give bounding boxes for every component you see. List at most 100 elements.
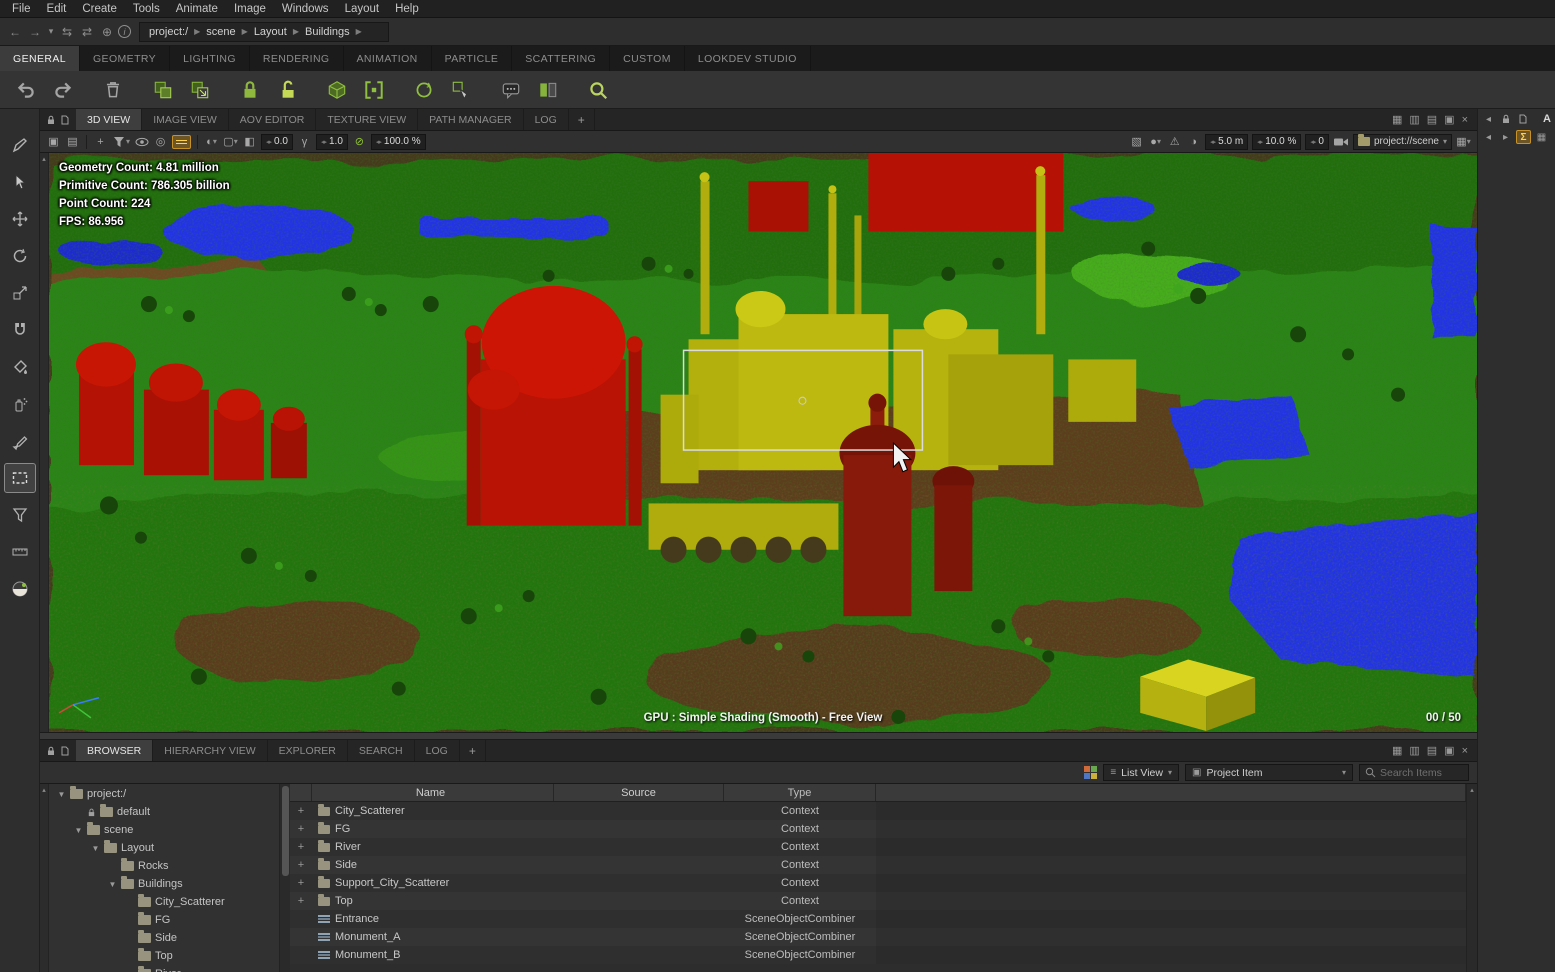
menu-animate[interactable]: Animate bbox=[168, 2, 226, 16]
forward-icon[interactable]: → bbox=[26, 23, 44, 41]
delete-button[interactable] bbox=[97, 75, 129, 105]
tree-item-project[interactable]: ▼ project:/ bbox=[49, 785, 279, 803]
tree-scrollbar[interactable] bbox=[279, 784, 290, 972]
breadcrumb-segment[interactable]: Layout bbox=[251, 26, 290, 38]
clip-distance-field[interactable]: ◂▸ 5.0 m bbox=[1205, 133, 1249, 150]
camera-path-dropdown[interactable]: project://scene ▾ bbox=[1352, 133, 1452, 150]
display-mode-dropdown[interactable]: ▢ ▾ bbox=[223, 134, 238, 150]
tab-hierarchy-view[interactable]: HIERARCHY VIEW bbox=[153, 740, 268, 761]
row-expander[interactable]: + bbox=[290, 805, 312, 817]
world-icon[interactable]: ⊕ bbox=[98, 23, 116, 41]
lock-button[interactable] bbox=[234, 75, 266, 105]
add-tab-button[interactable]: + bbox=[569, 109, 595, 130]
grid-layout-dropdown[interactable]: ▦ ▾ bbox=[1456, 134, 1471, 150]
camera-icon[interactable] bbox=[1333, 134, 1349, 150]
breadcrumb-segment[interactable]: scene bbox=[203, 26, 238, 38]
back-icon[interactable]: ← bbox=[6, 23, 24, 41]
scale-tool[interactable] bbox=[5, 279, 35, 307]
shelf-tab-lighting[interactable]: LIGHTING bbox=[170, 46, 250, 71]
breadcrumb-arrow-icon[interactable]: ▶ bbox=[240, 27, 250, 36]
menu-tools[interactable]: Tools bbox=[125, 2, 168, 16]
tree-item-rocks[interactable]: Rocks bbox=[49, 857, 279, 875]
tab-log[interactable]: LOG bbox=[524, 109, 569, 130]
viewport-left-scrollbar[interactable]: ▴ bbox=[40, 153, 49, 732]
zoom-reset-icon[interactable]: ⊘ bbox=[352, 134, 367, 150]
tab-path-manager[interactable]: PATH MANAGER bbox=[418, 109, 524, 130]
menu-create[interactable]: Create bbox=[74, 2, 125, 16]
column-header-source[interactable]: Source bbox=[554, 784, 724, 801]
layout-hsplit-icon[interactable]: ▤ bbox=[1427, 744, 1437, 757]
scatter-button[interactable] bbox=[408, 75, 440, 105]
row-expander[interactable]: + bbox=[290, 841, 312, 853]
tab-image-view[interactable]: IMAGE VIEW bbox=[142, 109, 229, 130]
prev-context-icon[interactable]: ⇆ bbox=[58, 23, 76, 41]
breadcrumb-segment[interactable]: project:/ bbox=[146, 26, 191, 38]
tree-item-default[interactable]: default bbox=[49, 803, 279, 821]
layout-quad-icon[interactable]: ▦ bbox=[1392, 113, 1402, 126]
tree-item-layout[interactable]: ▼ Layout bbox=[49, 839, 279, 857]
column-header-name[interactable]: Name bbox=[312, 784, 554, 801]
shelf-tab-particle[interactable]: PARTICLE bbox=[432, 46, 513, 71]
place-tool[interactable] bbox=[5, 353, 35, 381]
expression-sigma-icon[interactable]: Σ bbox=[1516, 130, 1531, 144]
transform-handles-icon[interactable]: + bbox=[93, 134, 108, 150]
expand-arrow-icon[interactable]: ▼ bbox=[108, 880, 117, 889]
table-row[interactable]: + Top Context bbox=[290, 892, 1466, 910]
shelf-tab-lookdev-studio[interactable]: LOOKDEV STUDIO bbox=[685, 46, 811, 71]
shelf-tab-scattering[interactable]: SCATTERING bbox=[512, 46, 611, 71]
frame-field[interactable]: ◂▸ 0 bbox=[1305, 133, 1329, 150]
breadcrumb-arrow-icon[interactable]: ▶ bbox=[354, 27, 364, 36]
tree-item-side[interactable]: Side bbox=[49, 929, 279, 947]
shading-mode-dropdown[interactable]: ◐ ▾ bbox=[204, 134, 219, 150]
table-row[interactable]: Entrance SceneObjectCombiner bbox=[290, 910, 1466, 928]
layout-vsplit-icon[interactable]: ▥ bbox=[1409, 113, 1419, 126]
3d-scene[interactable] bbox=[49, 153, 1477, 732]
tree-item-scene[interactable]: ▼ scene bbox=[49, 821, 279, 839]
panel-lock-icon[interactable] bbox=[46, 746, 56, 756]
combine-button[interactable] bbox=[358, 75, 390, 105]
dock-collapse-icon[interactable]: ◂ bbox=[1482, 112, 1495, 126]
tab-3d-view[interactable]: 3D VIEW bbox=[76, 109, 143, 130]
table-row[interactable]: + River Context bbox=[290, 838, 1466, 856]
dock-grid-icon[interactable]: ▦ bbox=[1535, 130, 1548, 144]
layout-vsplit-icon[interactable]: ▥ bbox=[1409, 744, 1419, 757]
exposure-field[interactable]: ◂▸ 0.0 bbox=[261, 133, 293, 150]
column-header-type[interactable]: Type bbox=[724, 784, 876, 801]
panel-splitter[interactable] bbox=[40, 732, 1477, 740]
shelf-tab-general[interactable]: GENERAL bbox=[0, 46, 80, 71]
visibility-icon[interactable] bbox=[134, 134, 149, 150]
marquee-tool[interactable] bbox=[3, 463, 36, 493]
shelf-tab-custom[interactable]: CUSTOM bbox=[610, 46, 685, 71]
tree-item-fg[interactable]: FG bbox=[49, 911, 279, 929]
dock-lock-icon[interactable] bbox=[1499, 112, 1512, 126]
shelf-tab-geometry[interactable]: GEOMETRY bbox=[80, 46, 171, 71]
background-dropdown[interactable]: ● ▾ bbox=[1148, 134, 1163, 150]
translate-tool[interactable] bbox=[5, 205, 35, 233]
redo-button[interactable] bbox=[47, 75, 79, 105]
filter-tool[interactable] bbox=[5, 501, 35, 529]
menu-layout[interactable]: Layout bbox=[337, 2, 388, 16]
row-expander[interactable]: + bbox=[290, 877, 312, 889]
table-scrollbar[interactable]: ▴ bbox=[1466, 784, 1477, 972]
info-icon[interactable]: i bbox=[118, 25, 131, 38]
row-expander[interactable]: + bbox=[290, 895, 312, 907]
occlusion-icon[interactable]: ◑ bbox=[1186, 134, 1201, 150]
paint-tool[interactable] bbox=[5, 427, 35, 455]
item-filter-dropdown[interactable]: ▣ Project Item ▾ bbox=[1185, 764, 1353, 781]
panel-lock-icon[interactable] bbox=[46, 115, 56, 125]
layout-hsplit-icon[interactable]: ▤ bbox=[1427, 113, 1437, 126]
shading-ball-tool[interactable] bbox=[5, 575, 35, 603]
menu-edit[interactable]: Edit bbox=[39, 2, 75, 16]
spray-tool[interactable] bbox=[5, 390, 35, 418]
rotate-tool[interactable] bbox=[5, 242, 35, 270]
selection-mode-icon[interactable]: ▣ bbox=[46, 134, 61, 150]
build-package-button[interactable] bbox=[321, 75, 353, 105]
localize-button[interactable] bbox=[445, 75, 477, 105]
browser-left-scrollbar[interactable]: ▴ bbox=[40, 784, 49, 972]
select-tool[interactable] bbox=[5, 168, 35, 196]
shelf-tab-rendering[interactable]: RENDERING bbox=[250, 46, 344, 71]
split-layout-button[interactable] bbox=[532, 75, 564, 105]
tree-item-top[interactable]: Top bbox=[49, 947, 279, 965]
layout-single-icon[interactable]: ▣ bbox=[1444, 113, 1454, 126]
panel-snapshot-icon[interactable] bbox=[60, 746, 70, 756]
